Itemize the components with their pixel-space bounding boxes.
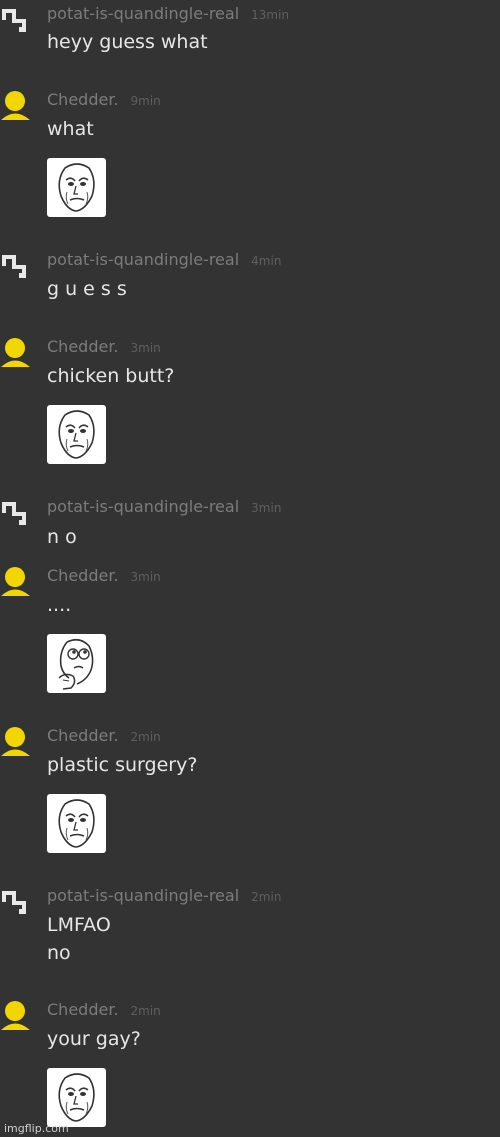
timestamp: 3min <box>130 341 161 355</box>
okay-guy-face-sticker[interactable] <box>47 1068 106 1127</box>
square-spiral-icon[interactable] <box>0 498 34 528</box>
message-text: LMFAO <box>47 914 111 936</box>
message-meta: Chedder. 9min <box>47 90 161 109</box>
yellow-user-icon[interactable] <box>0 726 34 756</box>
yellow-user-icon[interactable] <box>0 566 34 596</box>
okay-guy-face-sticker[interactable] <box>47 158 106 217</box>
message-meta: Chedder. 2min <box>47 1000 161 1019</box>
timestamp: 4min <box>251 254 282 268</box>
timestamp: 2min <box>130 730 161 744</box>
message-text: no <box>47 942 71 964</box>
message-meta: potat-is-quandingle-real 3min <box>47 497 281 516</box>
message-meta: potat-is-quandingle-real 2min <box>47 886 281 905</box>
timestamp: 3min <box>251 501 282 515</box>
username[interactable]: Chedder. <box>47 566 119 585</box>
message-meta: potat-is-quandingle-real 13min <box>47 4 289 23</box>
timestamp: 2min <box>130 1004 161 1018</box>
okay-guy-face-sticker[interactable] <box>47 794 106 853</box>
username[interactable]: Chedder. <box>47 337 119 356</box>
imgflip-watermark: imgflip.com <box>4 1122 69 1135</box>
message-text: your gay? <box>47 1028 141 1050</box>
message-text: plastic surgery? <box>47 754 198 776</box>
message-text: n o <box>47 526 77 548</box>
timestamp: 3min <box>130 570 161 584</box>
username[interactable]: potat-is-quandingle-real <box>47 497 239 516</box>
message-text: heyy guess what <box>47 31 208 53</box>
username[interactable]: potat-is-quandingle-real <box>47 886 239 905</box>
okay-guy-face-sticker[interactable] <box>47 405 106 464</box>
message-text: what <box>47 118 94 140</box>
username[interactable]: Chedder. <box>47 90 119 109</box>
message-meta: Chedder. 3min <box>47 566 161 585</box>
message-meta: Chedder. 3min <box>47 337 161 356</box>
message-text: chicken butt? <box>47 365 175 387</box>
square-spiral-icon[interactable] <box>0 887 34 917</box>
yellow-user-icon[interactable] <box>0 1000 34 1030</box>
username[interactable]: potat-is-quandingle-real <box>47 4 239 23</box>
message-text: g u e s s <box>47 278 127 300</box>
message-meta: Chedder. 2min <box>47 726 161 745</box>
square-spiral-icon[interactable] <box>0 5 34 35</box>
username[interactable]: Chedder. <box>47 1000 119 1019</box>
yellow-user-icon[interactable] <box>0 337 34 367</box>
thinking-face-sticker[interactable] <box>47 634 106 693</box>
message-meta: potat-is-quandingle-real 4min <box>47 250 281 269</box>
username[interactable]: Chedder. <box>47 726 119 745</box>
timestamp: 2min <box>251 890 282 904</box>
yellow-user-icon[interactable] <box>0 90 34 120</box>
timestamp: 13min <box>251 8 290 22</box>
message-text: .... <box>47 594 72 616</box>
square-spiral-icon[interactable] <box>0 251 34 281</box>
timestamp: 9min <box>130 94 161 108</box>
username[interactable]: potat-is-quandingle-real <box>47 250 239 269</box>
